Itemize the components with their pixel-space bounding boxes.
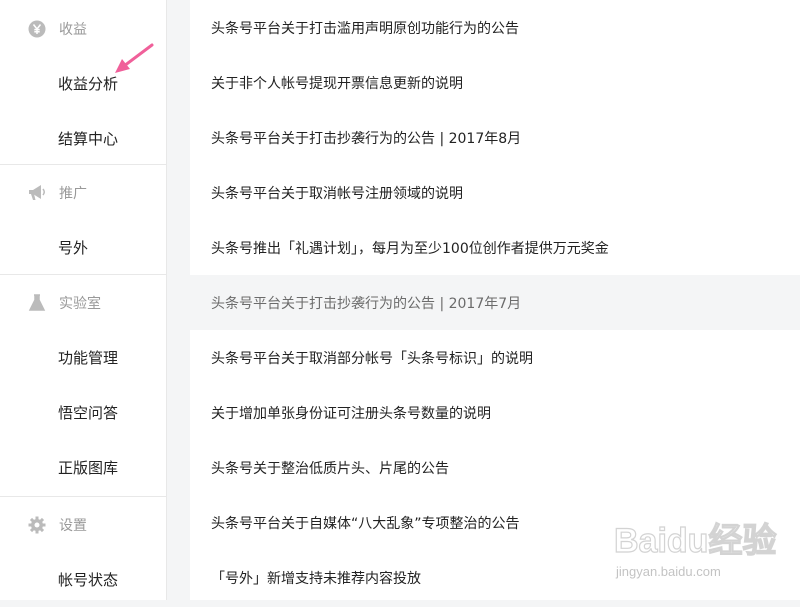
sidebar-section-promotion: 推广 号外: [0, 165, 166, 275]
sidebar-item-licensed-gallery[interactable]: 正版图库: [0, 440, 166, 495]
sidebar-header-promotion: 推广: [0, 165, 166, 220]
pink-arrow-annotation: [115, 43, 154, 73]
sidebar-item-wukong-qa[interactable]: 悟空问答: [0, 385, 166, 440]
flask-icon: [27, 293, 47, 313]
baidu-jingyan-watermark: Baidu经验 jingyan.baidu.com: [613, 520, 777, 579]
sidebar-section-settings: 设置 帐号状态: [0, 497, 166, 607]
sidebar-header-settings: 设置: [0, 497, 166, 552]
watermark-brand: Baidu经验: [614, 521, 776, 560]
list-item[interactable]: 头条号平台关于打击抄袭行为的公告 | 2017年8月: [190, 110, 800, 165]
watermark-url: jingyan.baidu.com: [615, 564, 721, 579]
yen-coin-icon: [27, 19, 47, 39]
sidebar-header-label: 设置: [59, 517, 87, 534]
list-item[interactable]: 头条号平台关于取消部分帐号「头条号标识」的说明: [190, 330, 800, 385]
list-item[interactable]: 头条号推出「礼遇计划」，每月为至少100位创作者提供万元奖金: [190, 220, 800, 275]
megaphone-icon: [27, 183, 47, 203]
sidebar-item-settlement-center[interactable]: 结算中心: [0, 111, 166, 166]
sidebar: 收益 收益分析 结算中心 推广 号外 实验室 功能管理 悟空问答 正版图库 设置…: [0, 0, 167, 600]
list-item-hovered[interactable]: 头条号平台关于打击抄袭行为的公告 | 2017年7月: [190, 275, 800, 330]
sidebar-header-lab: 实验室: [0, 275, 166, 330]
sidebar-header-label: 推广: [59, 185, 87, 202]
list-item[interactable]: 关于非个人帐号提现开票信息更新的说明: [190, 55, 800, 110]
sidebar-section-lab: 实验室 功能管理 悟空问答 正版图库: [0, 275, 166, 497]
sidebar-item-account-status[interactable]: 帐号状态: [0, 552, 166, 607]
sidebar-item-feature-management[interactable]: 功能管理: [0, 330, 166, 385]
sidebar-item-extra[interactable]: 号外: [0, 220, 166, 275]
list-item[interactable]: 头条号平台关于打击滥用声明原创功能行为的公告: [190, 0, 800, 55]
list-item[interactable]: 关于增加单张身份证可注册头条号数量的说明: [190, 385, 800, 440]
notice-list: 头条号平台关于打击滥用声明原创功能行为的公告 关于非个人帐号提现开票信息更新的说…: [190, 0, 800, 600]
list-item[interactable]: 头条号平台关于取消帐号注册领域的说明: [190, 165, 800, 220]
list-item[interactable]: 头条号关于整治低质片头、片尾的公告: [190, 440, 800, 495]
gear-icon: [27, 515, 47, 535]
sidebar-section-income: 收益 收益分析 结算中心: [0, 0, 166, 165]
sidebar-header-label: 实验室: [59, 295, 101, 312]
sidebar-header-label: 收益: [59, 21, 87, 38]
